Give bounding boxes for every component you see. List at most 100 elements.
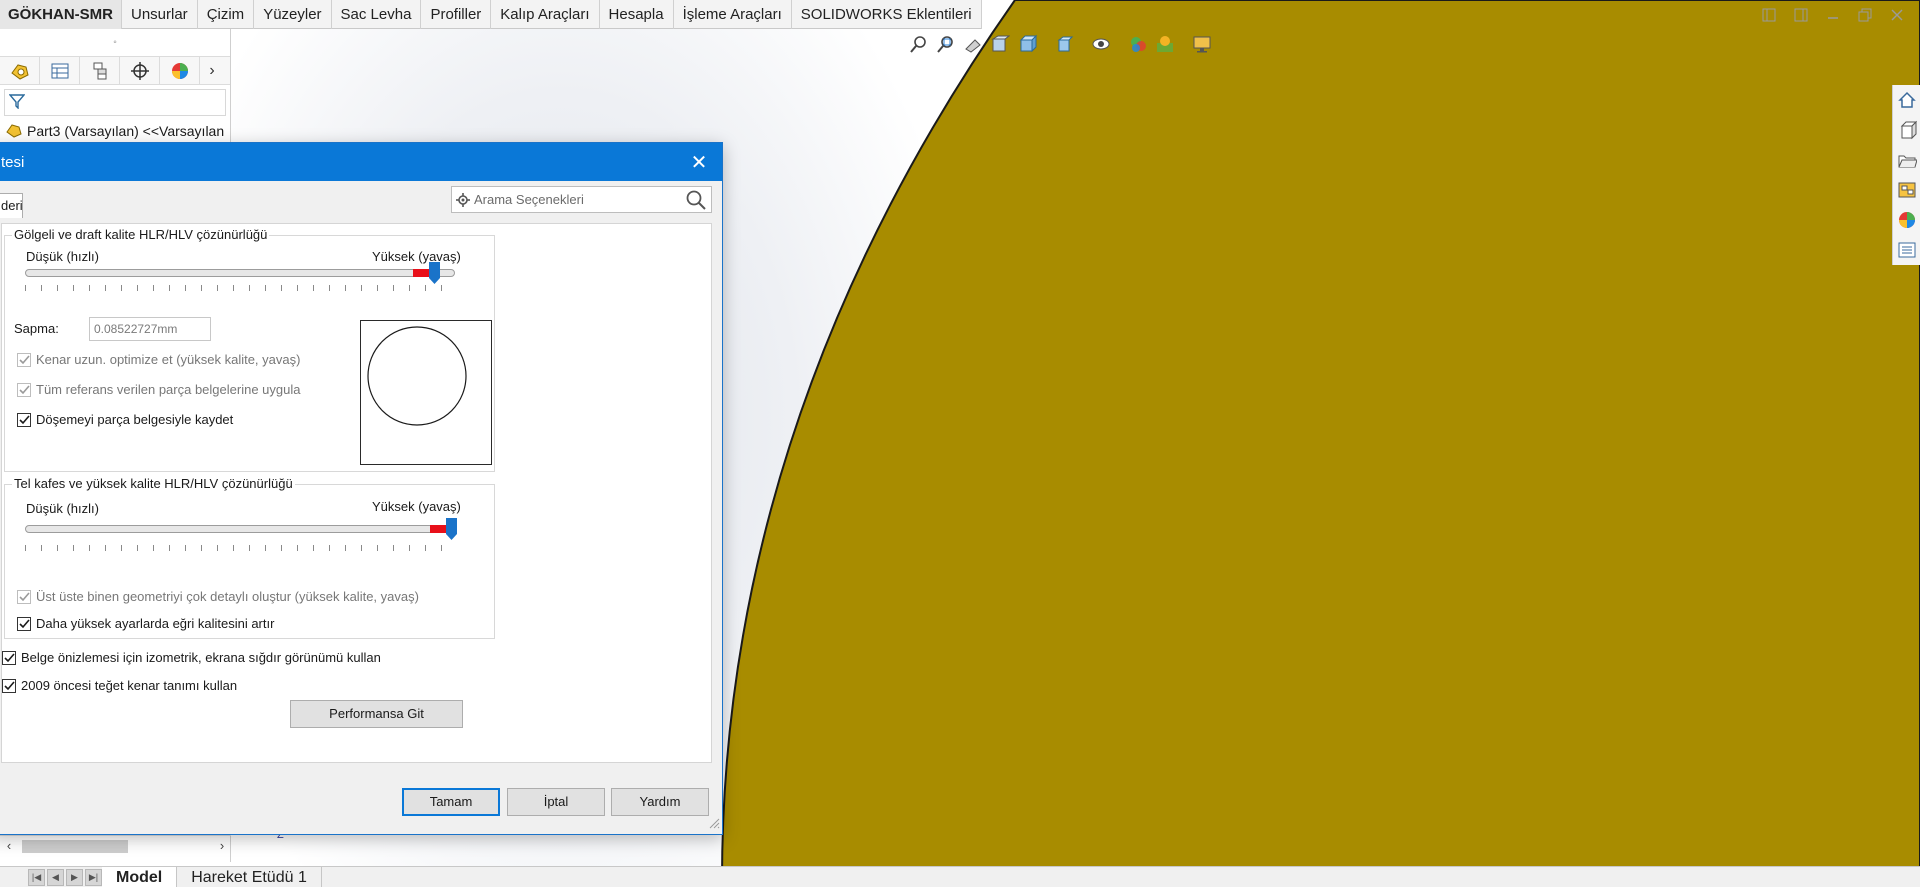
command-manager-tabs: GÖKHAN-SMR Unsurlar Çizim Yüzeyler Sac Levha…	[0, 0, 982, 29]
last-tab-icon[interactable]: ▶|	[85, 868, 102, 886]
tab-sketch[interactable]: Çizim	[198, 0, 255, 29]
optimize-edge-length-checkbox[interactable]: Kenar uzun. optimize et (yüksek kalite, …	[17, 352, 300, 367]
save-tessellation-checkbox[interactable]: Döşemeyi parça belgesiyle kaydet	[17, 412, 233, 427]
tab-evaluate[interactable]: Hesapla	[600, 0, 674, 29]
display-manager-tab[interactable]	[160, 56, 200, 85]
checkbox-box[interactable]	[17, 589, 31, 604]
tile-right-icon[interactable]	[1792, 6, 1810, 24]
file-explorer-icon[interactable]	[1893, 145, 1920, 175]
part-icon	[5, 122, 23, 141]
checkbox-box[interactable]	[17, 616, 31, 631]
slider-low-label: Düşük (hızlı)	[26, 249, 99, 264]
shaded-resolution-group: Gölgeli ve draft kalite HLR/HLV çözünürl…	[4, 227, 495, 472]
scroll-left-icon[interactable]: ‹	[0, 838, 18, 853]
checkbox-box[interactable]	[2, 650, 16, 665]
ok-button[interactable]: Tamam	[402, 788, 500, 816]
tab-solidworks-addins[interactable]: SOLIDWORKS Eklentileri	[792, 0, 982, 29]
previous-tab-icon[interactable]: ◀	[47, 868, 64, 886]
design-library-icon[interactable]	[1893, 115, 1920, 145]
checkbox-box[interactable]	[17, 412, 31, 427]
search-options-gear-icon[interactable]	[456, 192, 470, 207]
wireframe-resolution-slider[interactable]	[25, 525, 455, 533]
dialog-title-bar[interactable]: tesi ✕	[0, 143, 722, 181]
system-options-dialog: tesi ✕ deri Arama Seçenekleri Gölgeli ve…	[0, 142, 723, 835]
tab-model[interactable]: Model	[102, 866, 178, 887]
dimxpert-manager-tab[interactable]	[120, 56, 160, 85]
dialog-close-button[interactable]: ✕	[676, 143, 722, 181]
apply-to-referenced-parts-checkbox[interactable]: Tüm referans verilen parça belgelerine u…	[17, 382, 300, 397]
slider-ticks	[25, 285, 455, 291]
cancel-button[interactable]: İptal	[507, 788, 605, 816]
view-palette-icon[interactable]	[1893, 175, 1920, 205]
tab-machining-tools[interactable]: İşleme Araçları	[674, 0, 792, 29]
sapma-label: Sapma:	[14, 321, 59, 336]
solidworks-resources-icon[interactable]	[1893, 85, 1920, 115]
slider-thumb[interactable]	[429, 262, 440, 284]
next-tab-icon[interactable]: ▶	[66, 868, 83, 886]
slider-thumb[interactable]	[446, 518, 457, 540]
dialog-body: deri Arama Seçenekleri Gölgeli ve draft …	[0, 181, 722, 834]
improve-curve-quality-checkbox[interactable]: Daha yüksek ayarlarda eğri kalitesini ar…	[17, 616, 274, 631]
shaded-resolution-slider[interactable]	[25, 269, 455, 277]
zoom-to-area-icon[interactable]	[935, 33, 957, 55]
property-manager-tab[interactable]	[40, 56, 80, 85]
deviation-input[interactable]: 0.08522727mm	[89, 317, 211, 341]
resize-grip-icon[interactable]	[708, 817, 720, 832]
configuration-manager-tab[interactable]	[80, 56, 120, 85]
edit-appearance-icon[interactable]	[1127, 33, 1149, 55]
minimize-icon[interactable]	[1824, 6, 1842, 24]
feature-manager-tabs: ›	[0, 56, 230, 85]
first-tab-icon[interactable]: |◀	[28, 868, 45, 886]
scrollbar-thumb[interactable]	[22, 839, 128, 853]
hide-show-items-icon[interactable]	[1090, 33, 1112, 55]
feature-tree-root-item[interactable]: Part3 (Varsayılan) <<Varsayılan	[0, 120, 230, 142]
go-to-performance-button[interactable]: Performansa Git	[290, 700, 463, 728]
slider-low-label: Düşük (hızlı)	[26, 501, 99, 516]
options-content: Gölgeli ve draft kalite HLR/HLV çözünürl…	[1, 223, 712, 763]
chevron-right-icon[interactable]: ›	[200, 62, 224, 80]
tab-sheet-metal[interactable]: Sac Levha	[332, 0, 422, 29]
custom-properties-icon[interactable]	[1893, 235, 1920, 265]
overlapping-geometry-checkbox[interactable]: Üst üste binen geometriyi çok detaylı ol…	[17, 589, 419, 604]
apply-scene-icon[interactable]	[1154, 33, 1176, 55]
panel-grip-icon[interactable]: ◦	[0, 29, 230, 56]
view-orientation-icon[interactable]	[1016, 33, 1038, 55]
tab-surfaces[interactable]: Yüzeyler	[254, 0, 332, 29]
checkbox-box[interactable]	[2, 678, 16, 693]
checkbox-box[interactable]	[17, 352, 31, 367]
dialog-title: tesi	[1, 153, 25, 171]
resolution-preview	[360, 320, 492, 465]
filter-icon[interactable]	[8, 93, 26, 112]
slider-ticks	[25, 545, 455, 551]
close-icon[interactable]	[1888, 6, 1906, 24]
help-button[interactable]: Yardım	[611, 788, 709, 816]
tree-root-label: Part3 (Varsayılan) <<Varsayılan	[27, 123, 225, 139]
tab-weldments[interactable]: Profiller	[421, 0, 492, 29]
appearances-scenes-icon[interactable]	[1893, 205, 1920, 235]
display-style-icon[interactable]	[1053, 33, 1075, 55]
view-settings-icon[interactable]	[1191, 33, 1213, 55]
slider-high-label: Yüksek (yavaş)	[372, 249, 461, 264]
isometric-preview-checkbox[interactable]: Belge önizlemesi için izometrik, ekrana …	[2, 650, 381, 665]
tab-motion-study[interactable]: Hareket Etüdü 1	[177, 866, 322, 887]
tile-left-icon[interactable]	[1760, 6, 1778, 24]
feature-tree-horizontal-scrollbar[interactable]: ‹ ›	[0, 835, 231, 855]
previous-view-icon[interactable]	[962, 33, 984, 55]
options-search-input[interactable]: Arama Seçenekleri	[451, 186, 712, 213]
heads-up-view-toolbar	[908, 33, 1218, 55]
tab-user-profile[interactable]: GÖKHAN-SMR	[0, 0, 122, 29]
bottom-document-tabs: |◀ ◀ ▶ ▶| Model Hareket Etüdü 1	[0, 866, 1920, 887]
tab-document-properties[interactable]: deri	[0, 193, 23, 218]
feature-manager-tab[interactable]	[0, 56, 40, 85]
search-icon[interactable]	[685, 189, 707, 214]
scroll-right-icon[interactable]: ›	[213, 838, 231, 853]
wireframe-resolution-group: Tel kafes ve yüksek kalite HLR/HLV çözün…	[4, 476, 495, 639]
feature-tree-filter[interactable]	[4, 89, 226, 116]
section-view-icon[interactable]	[989, 33, 1011, 55]
tab-features[interactable]: Unsurlar	[122, 0, 198, 29]
restore-icon[interactable]	[1856, 6, 1874, 24]
pre-2009-tangent-edge-checkbox[interactable]: 2009 öncesi teğet kenar tanımı kullan	[2, 678, 237, 693]
tab-mold-tools[interactable]: Kalıp Araçları	[491, 0, 600, 29]
checkbox-box[interactable]	[17, 382, 31, 397]
zoom-to-fit-icon[interactable]	[908, 33, 930, 55]
